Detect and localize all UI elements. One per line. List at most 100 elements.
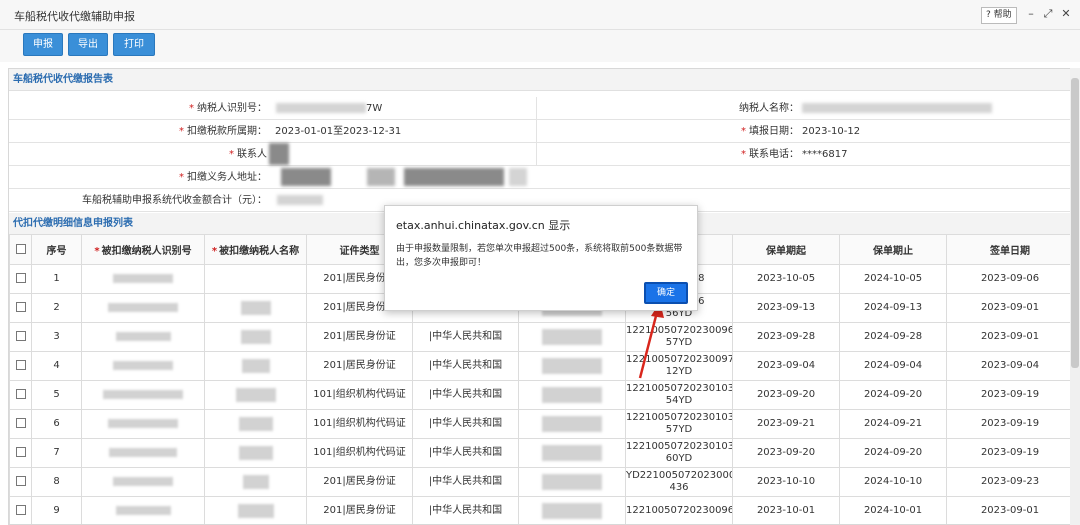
policy-no-line-1: 12210050720230096 xyxy=(626,325,733,336)
row-checkbox[interactable] xyxy=(15,360,26,370)
row-policy-no: YD221005072023000 436 xyxy=(625,467,733,497)
row-policy-end: 2024-09-13 xyxy=(839,293,947,323)
row-taxpayer-name xyxy=(204,409,307,439)
select-all-checkbox[interactable] xyxy=(15,244,26,254)
help-button[interactable]: ? 帮助 xyxy=(981,7,1017,24)
row-id-type: 201|居民身份证 xyxy=(306,496,413,524)
row-seq: 1 xyxy=(31,264,82,294)
row-country: |中华人民共和国 xyxy=(412,380,519,410)
row-taxpayer-id xyxy=(81,467,205,497)
row-select-cell[interactable] xyxy=(9,409,32,439)
row-checkbox[interactable] xyxy=(15,505,26,515)
header-policy-end: 保单期止 xyxy=(839,234,947,265)
row-policy-start: 2023-09-13 xyxy=(732,293,840,323)
taxpayer-id-value[interactable]: 7W xyxy=(366,97,382,120)
row-sign-date: 2023-09-19 xyxy=(946,380,1071,410)
row-checkbox[interactable] xyxy=(15,331,26,341)
row-redacted xyxy=(518,467,626,497)
row-checkbox[interactable] xyxy=(15,447,26,457)
minimize-icon[interactable]: – xyxy=(1025,8,1037,20)
redacted-value xyxy=(542,387,602,403)
row-sign-date: 2023-09-06 xyxy=(946,264,1071,294)
header-seq: 序号 xyxy=(31,234,82,265)
expand-icon[interactable]: ⤢ xyxy=(1042,8,1054,20)
redacted-id xyxy=(115,331,171,341)
period-label: * 扣缴税款所属期： xyxy=(179,126,267,137)
table-row[interactable]: 4 201|居民身份证 |中华人民共和国 12210050720230097 12YD 2… xyxy=(9,351,1071,381)
policy-no-line-2: 54YD xyxy=(665,395,693,406)
redacted-address-1 xyxy=(281,168,331,186)
scrollbar-thumb[interactable] xyxy=(1071,78,1079,368)
row-select-cell[interactable] xyxy=(9,322,32,352)
row-id-type: 101|组织机构代码证 xyxy=(306,380,413,410)
row-checkbox[interactable] xyxy=(15,273,26,283)
row-policy-start: 2023-10-01 xyxy=(732,496,840,524)
form-row-contact: * 联系人 * 联系电话： ****6817 xyxy=(9,143,1071,166)
row-select-cell[interactable] xyxy=(9,351,32,381)
table-row[interactable]: 9 201|居民身份证 |中华人民共和国 12210050720230096 2023-… xyxy=(9,496,1071,524)
policy-no-line-2: 12YD xyxy=(665,366,693,377)
row-sign-date: 2023-09-19 xyxy=(946,438,1071,468)
redacted-address-2 xyxy=(367,168,395,186)
row-policy-end: 2024-09-20 xyxy=(839,438,947,468)
row-taxpayer-id xyxy=(81,264,205,294)
dialog-message: 由于申报数量限制，若您单次申报超过500条，系统将取前500条数据带出，您多次申… xyxy=(396,244,683,268)
row-policy-end: 2024-09-28 xyxy=(839,322,947,352)
row-select-cell[interactable] xyxy=(9,293,32,323)
row-checkbox[interactable] xyxy=(15,302,26,312)
export-button[interactable]: 导出 xyxy=(68,33,108,56)
close-icon[interactable]: ✕ xyxy=(1060,8,1072,20)
redacted-id xyxy=(108,302,178,312)
row-sign-date: 2023-09-01 xyxy=(946,322,1071,352)
row-select-cell[interactable] xyxy=(9,496,32,524)
table-row[interactable]: 7 101|组织机构代码证 |中华人民共和国 12210050720230103 60Y… xyxy=(9,438,1071,468)
table-row[interactable]: 3 201|居民身份证 |中华人民共和国 12210050720230096 57YD 2… xyxy=(9,322,1071,352)
address-label: * 扣缴义务人地址： xyxy=(179,172,267,183)
row-taxpayer-name xyxy=(204,467,307,497)
redacted-value xyxy=(542,329,602,345)
row-checkbox[interactable] xyxy=(15,476,26,486)
row-select-cell[interactable] xyxy=(9,467,32,497)
row-policy-end: 2024-09-20 xyxy=(839,380,947,410)
window-title: 车船税代收代缴辅助申报 xyxy=(14,10,135,23)
redacted-name xyxy=(235,388,276,402)
row-select-cell[interactable] xyxy=(9,264,32,294)
period-value[interactable]: 2023-01-01至2023-12-31 xyxy=(275,120,401,143)
header-select-all[interactable] xyxy=(9,234,32,265)
row-country: |中华人民共和国 xyxy=(412,322,519,352)
confirm-button[interactable]: 确定 xyxy=(644,282,688,304)
form-row-address: * 扣缴义务人地址： xyxy=(9,166,1071,189)
row-redacted xyxy=(518,380,626,410)
row-sign-date: 2023-09-01 xyxy=(946,496,1071,524)
row-select-cell[interactable] xyxy=(9,438,32,468)
contact-label: * 联系人 xyxy=(229,149,267,160)
row-sign-date: 2023-09-01 xyxy=(946,293,1071,323)
phone-value[interactable]: ****6817 xyxy=(802,143,847,166)
question-icon: ? xyxy=(986,10,991,20)
table-row[interactable]: 6 101|组织机构代码证 |中华人民共和国 12210050720230103 57Y… xyxy=(9,409,1071,439)
table-row[interactable]: 8 201|居民身份证 |中华人民共和国 YD221005072023000 436 20… xyxy=(9,467,1071,497)
redacted-value xyxy=(542,416,602,432)
policy-no-line-1: 12210050720230103 xyxy=(626,441,733,452)
redacted-value xyxy=(542,358,602,374)
row-checkbox[interactable] xyxy=(15,418,26,428)
declare-button[interactable]: 申报 xyxy=(23,33,63,56)
header-taxpayer-name: * 被扣缴纳税人名称 xyxy=(204,234,307,265)
fill-date-label: * 填报日期： xyxy=(741,126,799,137)
table-row[interactable]: 5 101|组织机构代码证 |中华人民共和国 12210050720230103 54Y… xyxy=(9,380,1071,410)
row-select-cell[interactable] xyxy=(9,380,32,410)
print-button[interactable]: 打印 xyxy=(113,33,155,56)
row-seq: 5 xyxy=(31,380,82,410)
row-policy-no: 12210050720230096 57YD xyxy=(625,322,733,352)
fill-date-value[interactable]: 2023-10-12 xyxy=(802,120,860,143)
redacted-id xyxy=(108,418,178,428)
row-checkbox[interactable] xyxy=(15,389,26,399)
row-country: |中华人民共和国 xyxy=(412,351,519,381)
row-taxpayer-name xyxy=(204,380,307,410)
toolbar: 申报 导出 打印 xyxy=(0,30,1080,62)
vertical-scrollbar[interactable] xyxy=(1070,68,1080,525)
row-policy-start: 2023-10-10 xyxy=(732,467,840,497)
row-taxpayer-id xyxy=(81,409,205,439)
policy-no-line-2: 436 xyxy=(669,482,689,493)
redacted-taxpayer-name xyxy=(802,103,992,113)
